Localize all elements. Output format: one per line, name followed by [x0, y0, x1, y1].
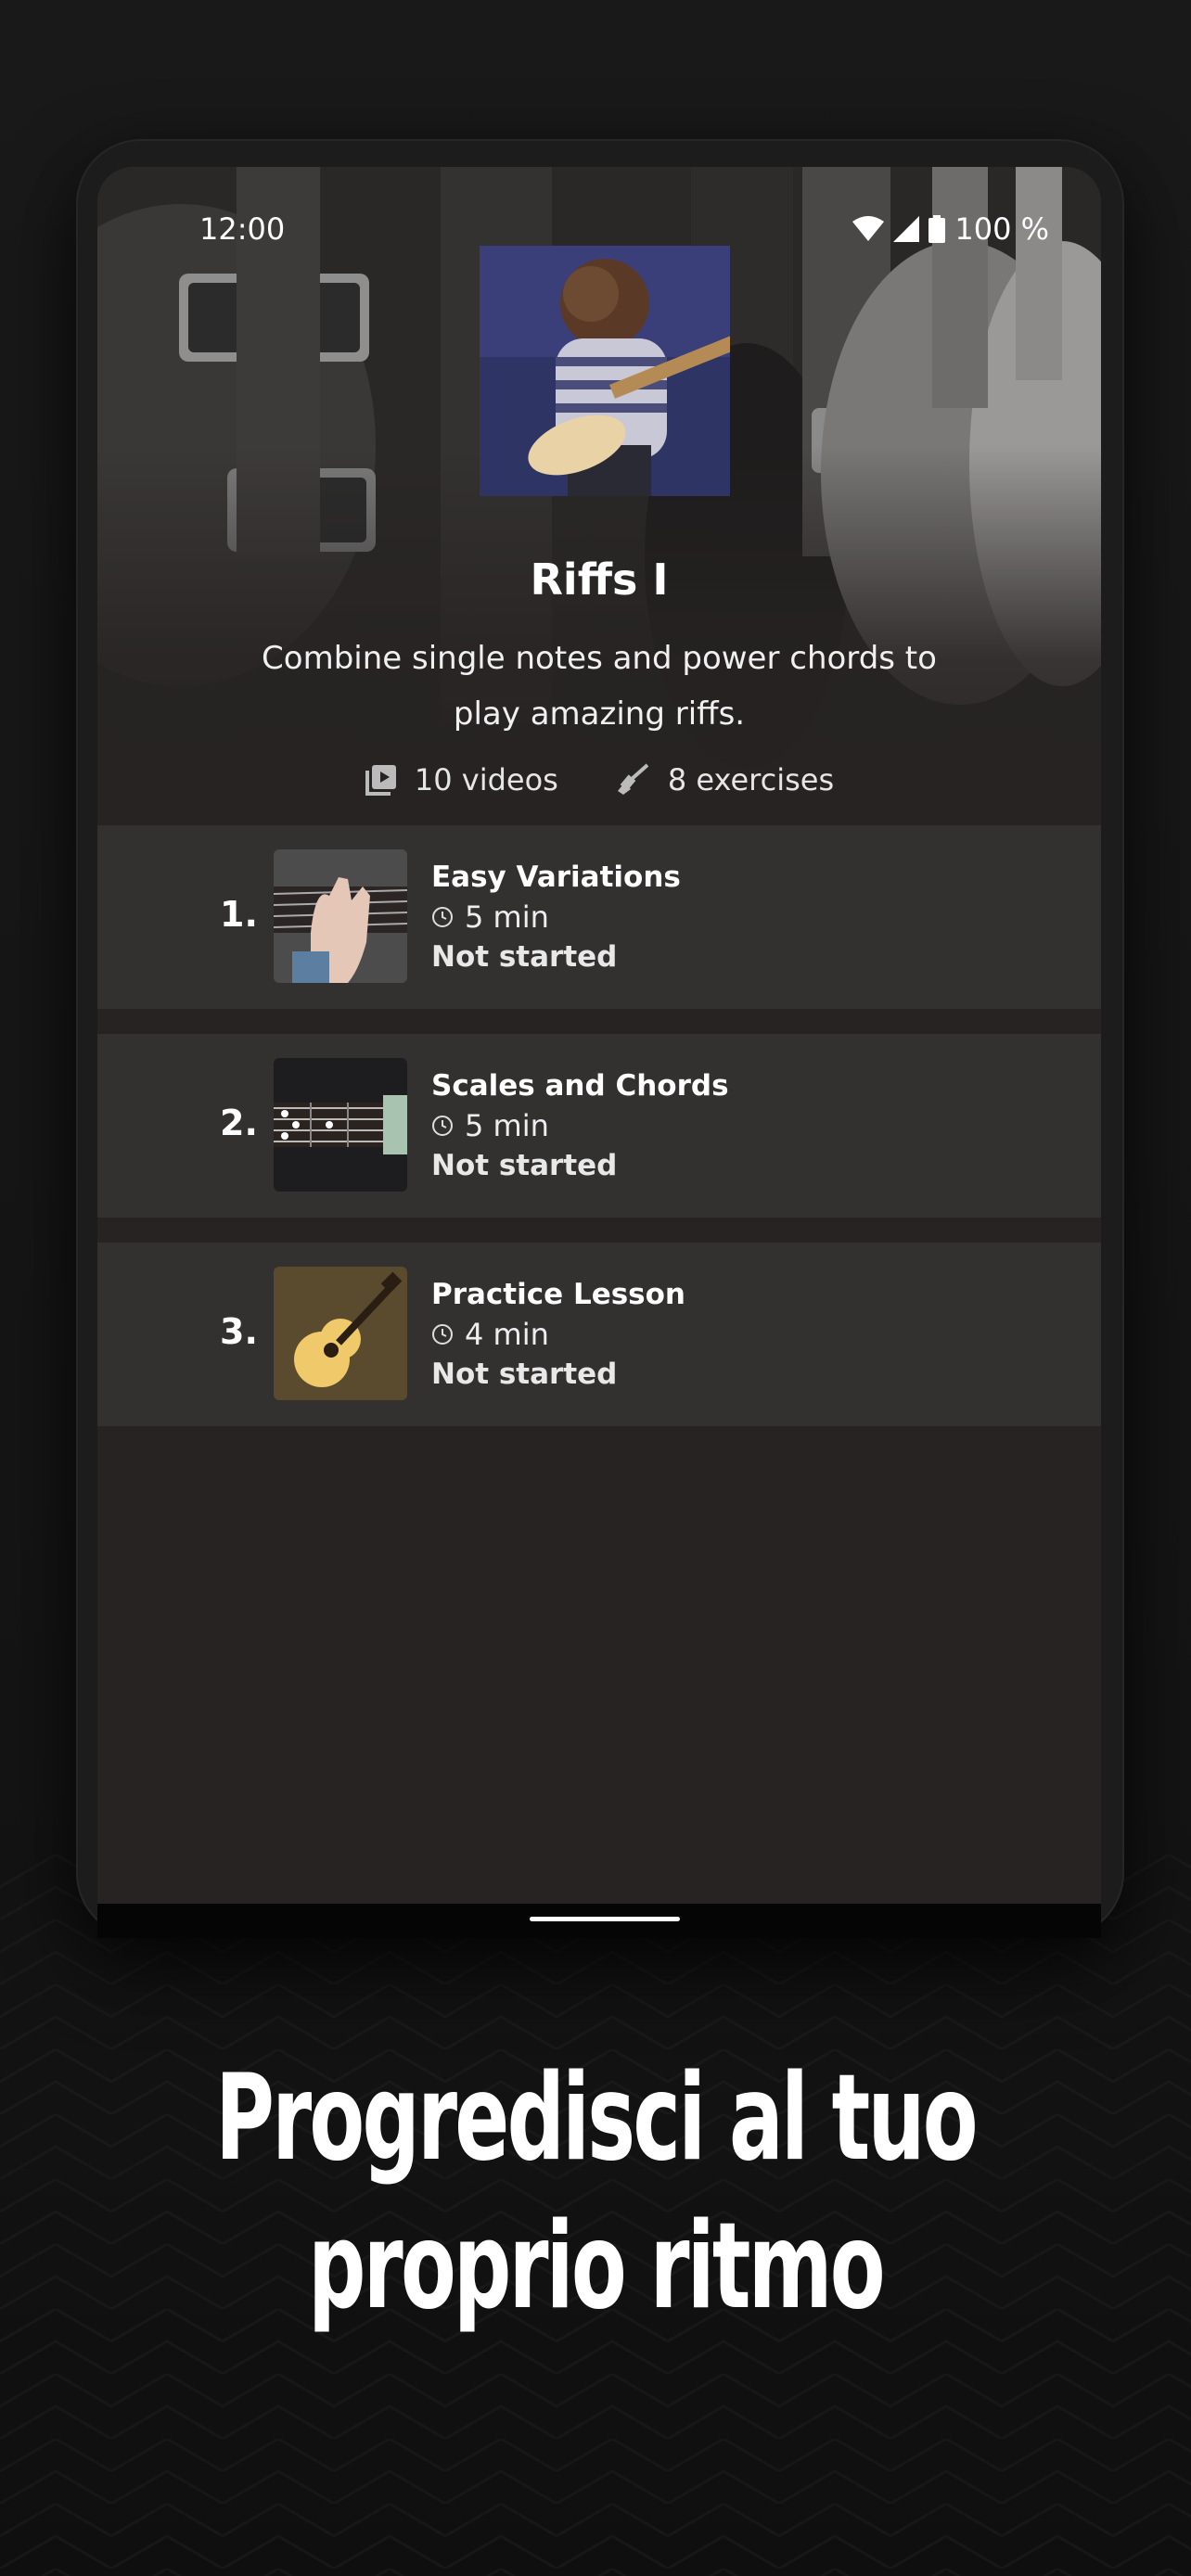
course-description: Combine single notes and power chords to…	[262, 640, 937, 733]
acoustic-guitar-image	[274, 1267, 407, 1400]
lesson-title: Practice Lesson	[431, 1278, 685, 1311]
lesson-thumbnail	[274, 1058, 407, 1192]
lesson-thumbnail	[274, 1267, 407, 1400]
course-thumbnail	[480, 246, 730, 496]
clock-icon	[432, 907, 453, 927]
lesson-title: Easy Variations	[431, 861, 681, 894]
lesson-duration-label: 5 min	[465, 1108, 549, 1143]
cellular-signal-icon	[893, 216, 920, 242]
tagline-line-2: proprio ritmo	[308, 2198, 885, 2336]
guitar-icon	[617, 763, 649, 795]
course-title: Riffs I	[530, 555, 669, 605]
status-icons: 100 %	[852, 211, 1049, 247]
clock-icon	[432, 1116, 453, 1136]
fretboard-diagram-image	[274, 1058, 407, 1192]
videos-count: 10 videos	[365, 762, 558, 797]
course-meta: 10 videos 8 exercises	[97, 762, 1101, 797]
lesson-title: Scales and Chords	[431, 1069, 729, 1103]
wifi-icon	[852, 216, 885, 241]
lesson-row-3[interactable]: 3. Practice Lesson 4 min Not started	[97, 1243, 1101, 1426]
promo-tagline: Progredisci al tuo proprio ritmo	[190, 2045, 1000, 2341]
video-library-icon	[365, 765, 396, 796]
app-screen: 12:00 100 % Riffs I Combine single notes…	[97, 167, 1101, 1904]
battery-icon	[928, 215, 946, 243]
exercises-count: 8 exercises	[614, 762, 834, 797]
lesson-status: Not started	[431, 1149, 618, 1182]
clock-icon	[432, 1324, 453, 1345]
lesson-row-2[interactable]: 2. Scales and Chords 5 min Not started	[97, 1034, 1101, 1218]
lesson-duration-label: 5 min	[465, 899, 549, 935]
tagline-line-1: Progredisci al tuo	[215, 2049, 978, 2187]
lesson-number: 1.	[220, 894, 258, 935]
lesson-status: Not started	[431, 940, 618, 974]
home-indicator[interactable]	[530, 1917, 680, 1921]
lesson-row-1[interactable]: 1. Easy Variations 5 min Not started	[97, 825, 1101, 1009]
lesson-thumbnail	[274, 849, 407, 983]
lesson-duration: 4 min	[431, 1317, 549, 1352]
hand-on-fretboard-image	[274, 849, 407, 983]
lesson-duration: 5 min	[431, 1108, 549, 1143]
exercises-label: 8 exercises	[667, 762, 835, 797]
status-time: 12:00	[199, 211, 286, 247]
guitarist-image	[480, 246, 730, 496]
lesson-duration-label: 4 min	[465, 1317, 549, 1352]
lesson-duration: 5 min	[431, 899, 549, 935]
lesson-status: Not started	[431, 1358, 618, 1391]
battery-percentage: 100 %	[954, 211, 1049, 247]
lesson-number: 2.	[220, 1103, 258, 1143]
lesson-number: 3.	[220, 1311, 258, 1352]
videos-label: 10 videos	[414, 762, 558, 797]
